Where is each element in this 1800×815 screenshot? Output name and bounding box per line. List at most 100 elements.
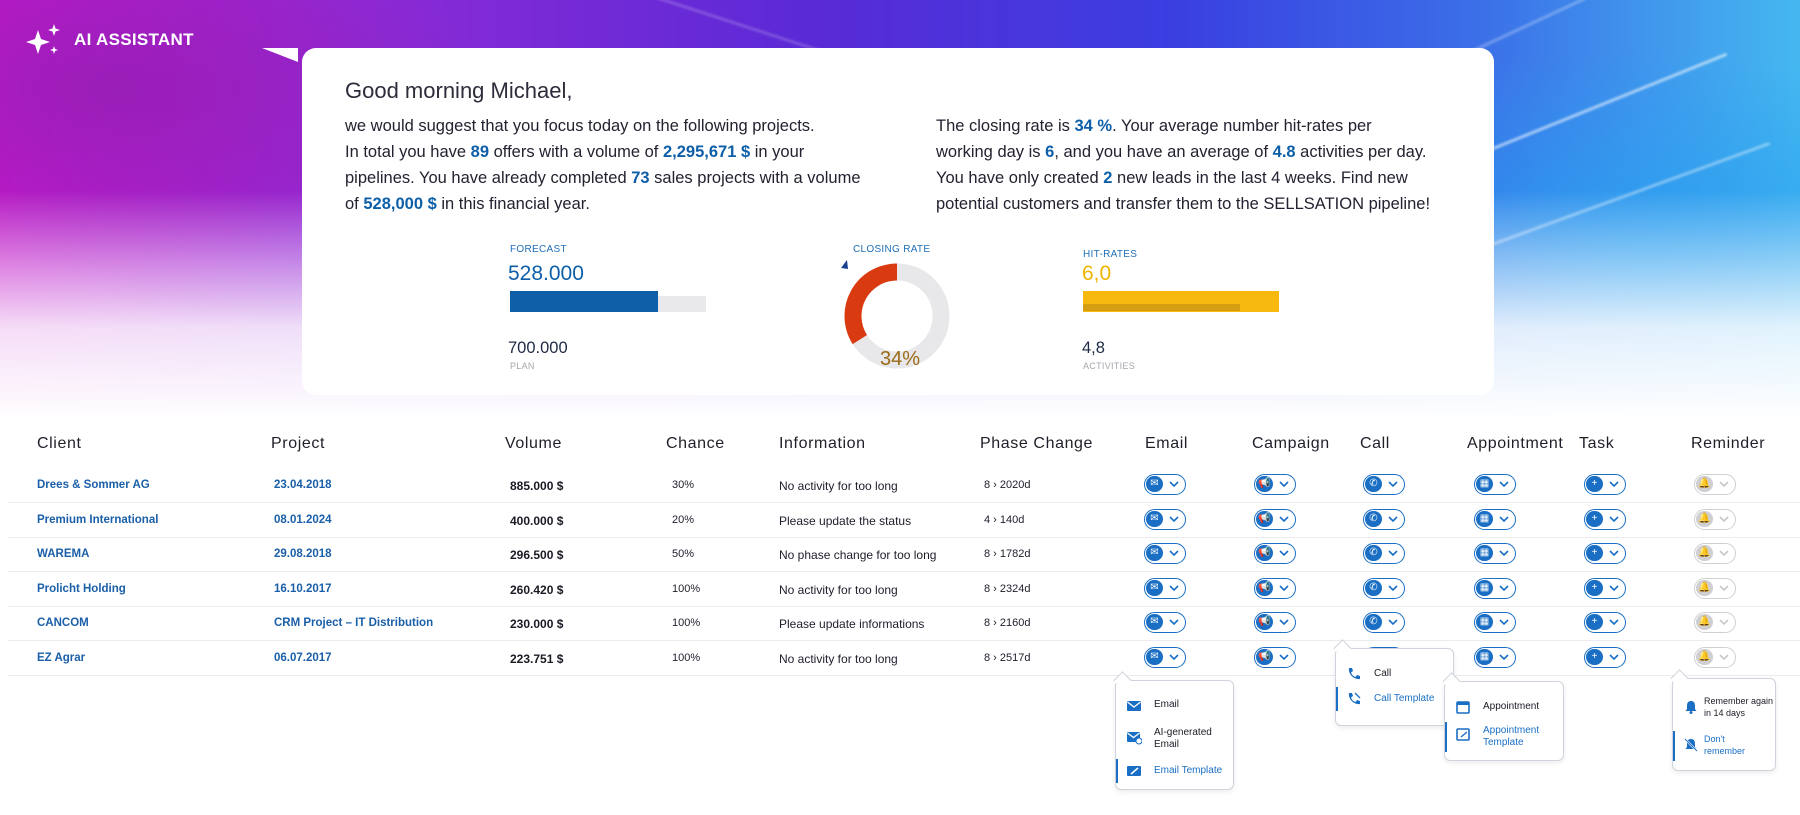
megaphone-action-toggle[interactable]: 📢 xyxy=(1254,646,1296,668)
envelope-action-toggle[interactable]: ✉ xyxy=(1144,474,1186,495)
column-header-client[interactable]: Client xyxy=(37,435,82,453)
phone-icon xyxy=(1348,668,1360,680)
column-header-email[interactable]: Email xyxy=(1145,435,1188,453)
phone-action-toggle[interactable]: ✆ xyxy=(1363,474,1405,495)
column-header-call[interactable]: Call xyxy=(1360,435,1390,453)
forecast-value: 528.000 xyxy=(508,262,584,285)
project-link[interactable]: 29.08.2018 xyxy=(274,548,332,560)
bell-action-toggle[interactable]: 🔔 xyxy=(1694,612,1736,633)
bell-icon: 🔔 xyxy=(1696,579,1713,596)
project-link[interactable]: 16.10.2017 xyxy=(274,583,332,595)
column-header-campaign[interactable]: Campaign xyxy=(1252,435,1330,453)
chevron-down-icon xyxy=(1169,619,1179,626)
client-link[interactable]: CANCOM xyxy=(37,617,89,629)
dropdown-item-remind-again[interactable]: Remember again in 14 days xyxy=(1673,693,1775,723)
hit-rates-value: 6,0 xyxy=(1082,262,1112,285)
completed-volume: 528,000 $ xyxy=(363,195,437,213)
bell-action-toggle[interactable]: 🔔 xyxy=(1694,508,1736,530)
megaphone-icon: 📢 xyxy=(1256,579,1273,596)
table-row[interactable]: Drees & Sommer AG 23.04.2018 885.000 $ 30% N… xyxy=(8,469,1800,503)
table-row[interactable]: Prolicht Holding 16.10.2017 260.420 $ 100% N… xyxy=(8,573,1800,607)
column-header-chance[interactable]: Chance xyxy=(666,435,725,453)
dropdown-item-call[interactable]: Call xyxy=(1336,663,1453,685)
column-header-volume[interactable]: Volume xyxy=(505,435,562,453)
calendar-action-toggle[interactable]: ▦ xyxy=(1474,612,1516,633)
forecast-label: FORECAST xyxy=(510,244,567,255)
phone-action-toggle[interactable]: ✆ xyxy=(1363,543,1405,564)
megaphone-action-toggle[interactable]: 📢 xyxy=(1254,508,1296,530)
megaphone-action-toggle[interactable]: 📢 xyxy=(1254,474,1296,495)
calendar-action-toggle[interactable]: ▦ xyxy=(1474,508,1516,530)
project-link[interactable]: 08.01.2024 xyxy=(274,514,332,526)
bell-action-toggle[interactable]: 🔔 xyxy=(1694,474,1736,495)
megaphone-action-toggle[interactable]: 📢 xyxy=(1254,612,1296,633)
client-link[interactable]: Drees & Sommer AG xyxy=(37,479,150,491)
project-link[interactable]: 06.07.2017 xyxy=(274,652,332,664)
megaphone-action-toggle[interactable]: 📢 xyxy=(1254,543,1296,564)
envelope-action-toggle[interactable]: ✉ xyxy=(1144,612,1186,633)
column-header-phase-change[interactable]: Phase Change xyxy=(980,435,1093,453)
column-header-task[interactable]: Task xyxy=(1579,435,1614,453)
plus-icon: + xyxy=(1586,579,1603,596)
bell-action-toggle[interactable]: 🔔 xyxy=(1694,543,1736,564)
calendar-action-toggle[interactable]: ▦ xyxy=(1474,646,1516,668)
chevron-down-icon xyxy=(1279,481,1289,488)
calendar-action-toggle[interactable]: ▦ xyxy=(1474,543,1516,564)
envelope-action-toggle[interactable]: ✉ xyxy=(1144,508,1186,530)
information-cell: Please update the status xyxy=(779,513,912,528)
chevron-down-icon xyxy=(1609,619,1619,626)
assistant-summary-card: Good morning Michael, we would suggest t… xyxy=(302,48,1494,395)
plus-action-toggle[interactable]: + xyxy=(1584,577,1626,599)
dropdown-item-label: Remember again in 14 days xyxy=(1704,696,1774,718)
envelope-action-toggle[interactable]: ✉ xyxy=(1144,543,1186,564)
plus-action-toggle[interactable]: + xyxy=(1584,612,1626,633)
calendar-action-toggle[interactable]: ▦ xyxy=(1474,577,1516,599)
megaphone-action-toggle[interactable]: 📢 xyxy=(1254,577,1296,599)
phone-action-toggle[interactable]: ✆ xyxy=(1363,577,1405,599)
bell-action-toggle[interactable]: 🔔 xyxy=(1694,646,1736,668)
project-link[interactable]: CRM Project – IT Distribution xyxy=(274,617,433,629)
dropdown-item-email[interactable]: Email xyxy=(1116,695,1233,717)
client-link[interactable]: EZ Agrar xyxy=(37,652,85,664)
dropdown-item-appointment[interactable]: Appointment xyxy=(1445,696,1563,718)
column-header-appointment[interactable]: Appointment xyxy=(1467,435,1563,453)
dropdown-item-email-template[interactable]: Email Template xyxy=(1116,759,1233,783)
plus-action-toggle[interactable]: + xyxy=(1584,646,1626,668)
column-header-reminder[interactable]: Reminder xyxy=(1691,435,1765,453)
bell-icon: 🔔 xyxy=(1696,648,1713,665)
plus-action-toggle[interactable]: + xyxy=(1584,508,1626,530)
information-cell: No activity for too long xyxy=(779,582,898,597)
plus-icon: + xyxy=(1586,545,1603,561)
phone-icon: ✆ xyxy=(1365,510,1382,527)
column-header-information[interactable]: Information xyxy=(779,435,866,453)
dropdown-item-appointment-template[interactable]: Appointment Template xyxy=(1445,722,1563,752)
dropdown-item-call-template[interactable]: Call Template xyxy=(1336,687,1453,711)
envelope-icon: ✉ xyxy=(1146,545,1163,561)
project-link[interactable]: 23.04.2018 xyxy=(274,479,332,491)
table-row[interactable]: Premium International 08.01.2024 400.000 $… xyxy=(8,504,1800,538)
dropdown-item-label: Email Template xyxy=(1154,765,1223,776)
phone-action-toggle[interactable]: ✆ xyxy=(1363,612,1405,633)
envelope-action-toggle[interactable]: ✉ xyxy=(1144,646,1186,668)
chevron-down-icon xyxy=(1609,481,1619,488)
plus-action-toggle[interactable]: + xyxy=(1584,474,1626,495)
chevron-down-icon xyxy=(1279,550,1289,557)
phone-action-toggle[interactable]: ✆ xyxy=(1363,508,1405,530)
table-row[interactable]: WAREMA 29.08.2018 296.500 $ 50% No phase cha… xyxy=(8,538,1800,572)
client-link[interactable]: Prolicht Holding xyxy=(37,583,126,595)
table-row[interactable]: EZ Agrar 06.07.2017 223.751 $ 100% No activi… xyxy=(8,642,1800,676)
calendar-action-toggle[interactable]: ▦ xyxy=(1474,474,1516,495)
plus-action-toggle[interactable]: + xyxy=(1584,543,1626,564)
summary-line: pipelines. You have already completed 73… xyxy=(345,165,885,191)
dropdown-item-ai-email[interactable]: AI-generated Email xyxy=(1116,725,1233,753)
client-link[interactable]: Premium International xyxy=(37,514,158,526)
envelope-action-toggle[interactable]: ✉ xyxy=(1144,577,1186,599)
bell-action-toggle[interactable]: 🔔 xyxy=(1694,577,1736,599)
column-header-project[interactable]: Project xyxy=(271,435,325,453)
volume-cell: 296.500 $ xyxy=(510,548,564,562)
dropdown-item-label: Don't remember xyxy=(1704,734,1746,756)
envelope-icon xyxy=(1127,701,1141,711)
client-link[interactable]: WAREMA xyxy=(37,548,89,560)
dropdown-item-dont-remember[interactable]: Don't remember xyxy=(1673,731,1775,761)
table-row[interactable]: CANCOM CRM Project – IT Distribution 230.0… xyxy=(8,607,1800,641)
